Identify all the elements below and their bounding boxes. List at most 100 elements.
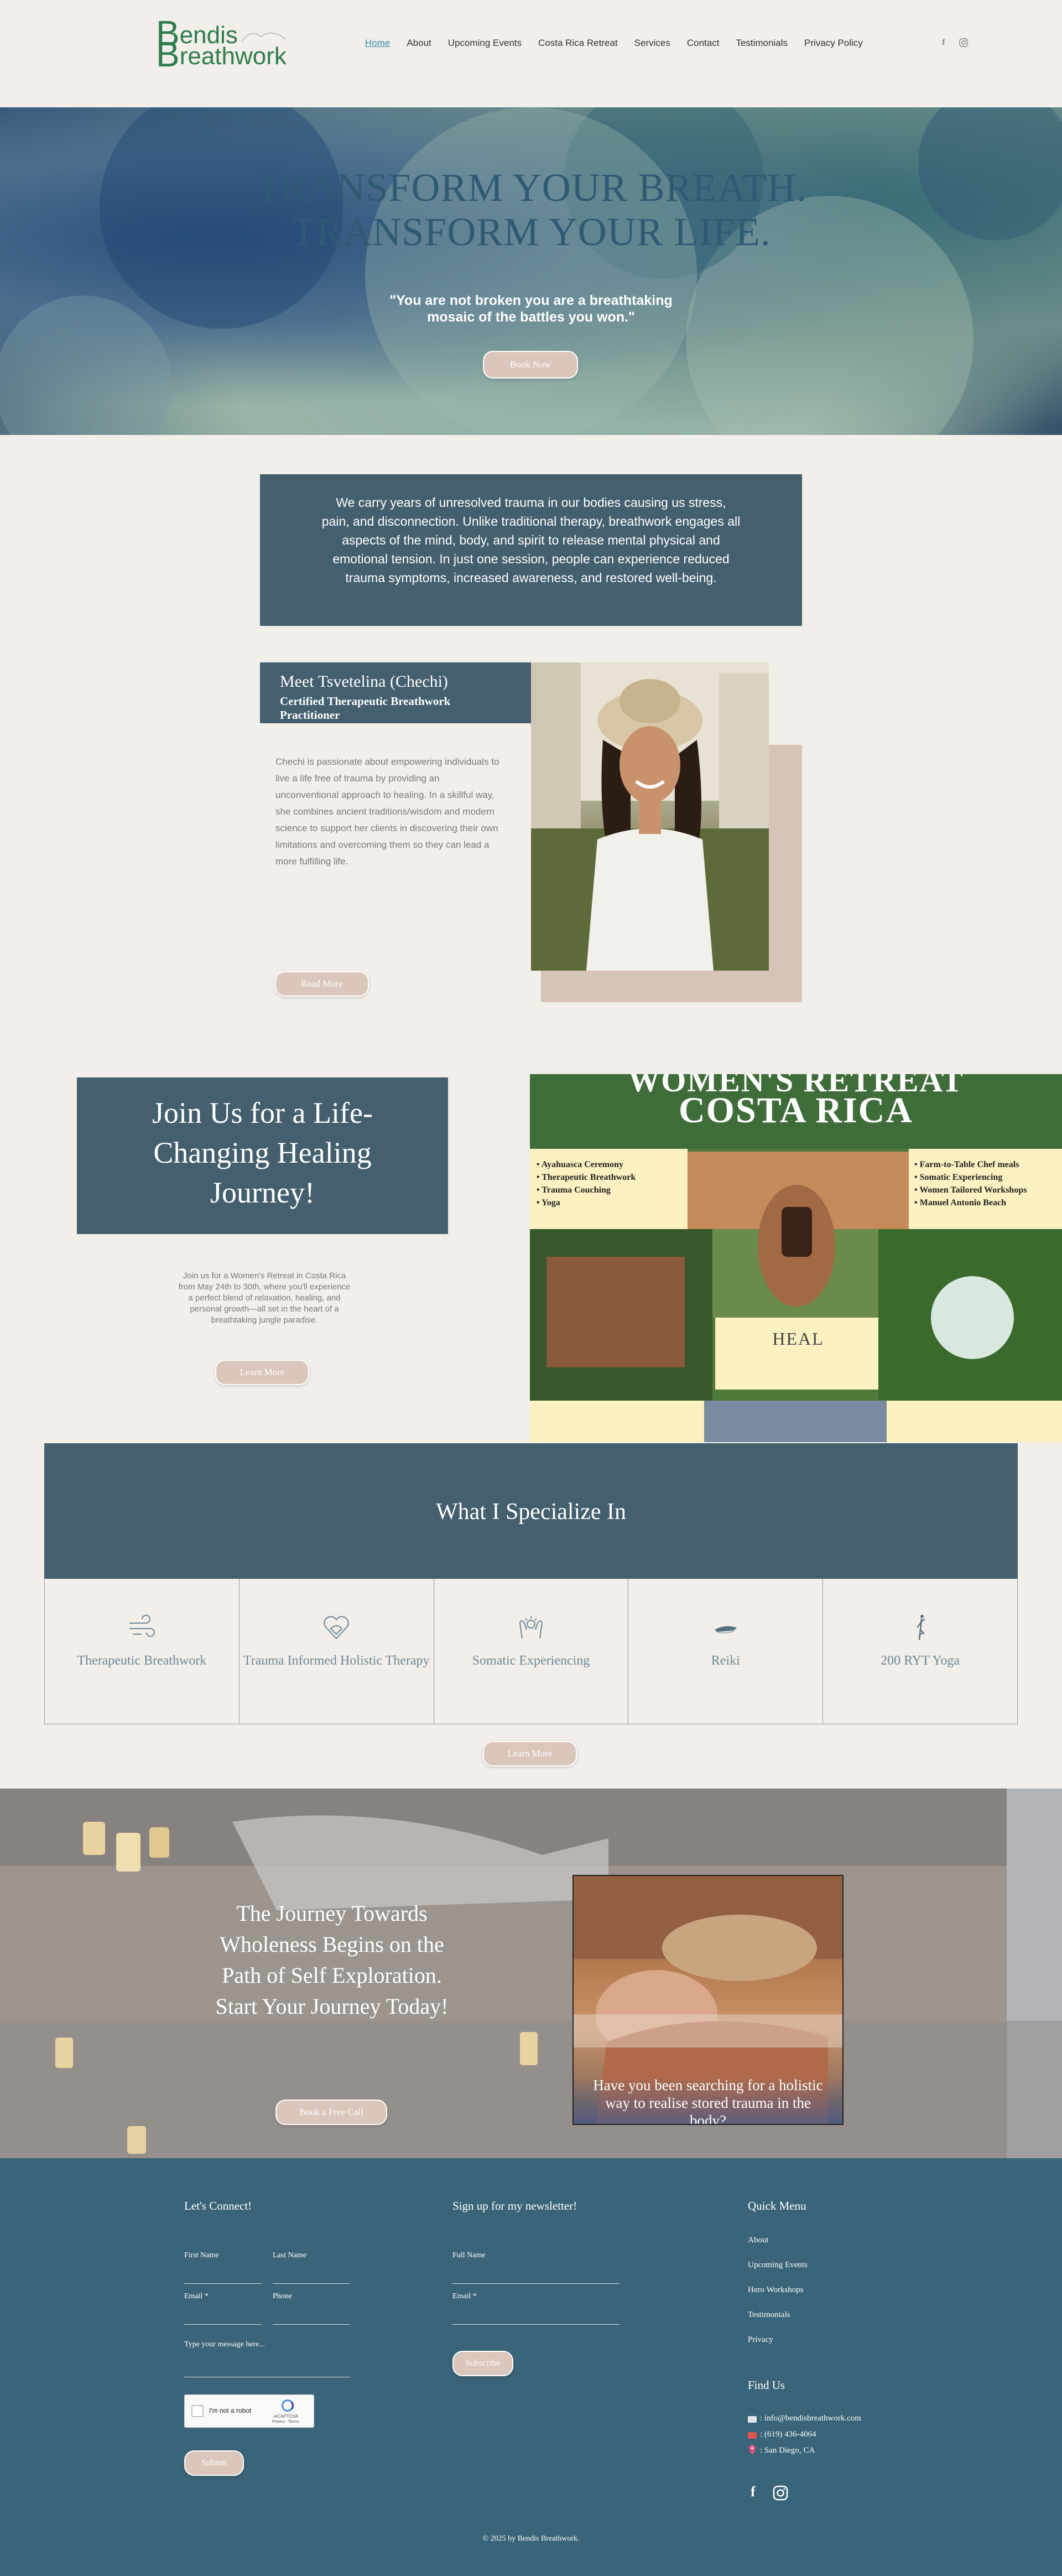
instagram-icon[interactable] <box>959 38 969 48</box>
quick-link-hero-workshops[interactable]: Hero Workshops <box>748 2285 804 2295</box>
specialty-label: Reiki <box>711 1654 740 1668</box>
phone-field[interactable] <box>273 2324 350 2325</box>
poster-right-item: • Women Tailored Workshops <box>914 1185 1027 1195</box>
newsletter-title: Sign up for my newsletter! <box>452 2199 577 2212</box>
submit-button[interactable]: Submit <box>184 2450 244 2476</box>
find-us-title: Find Us <box>748 2378 785 2392</box>
captcha-brand: reCAPTCHA <box>273 2414 299 2419</box>
intro-box: We carry years of unresolved trauma in o… <box>260 474 802 626</box>
nav-testimonials[interactable]: Testimonials <box>736 38 788 49</box>
site-footer: Let's Connect! First Name Last Name Emai… <box>0 2158 1062 2576</box>
message-label: Type your message here... <box>184 2340 265 2349</box>
last-name-label: Last Name <box>273 2251 307 2259</box>
email-field[interactable] <box>184 2324 262 2325</box>
specialty-card[interactable]: 200 RYT Yoga <box>823 1579 1017 1724</box>
intro-text: We carry years of unresolved trauma in o… <box>321 495 741 585</box>
yoga-pose-icon <box>916 1615 925 1640</box>
email-label: Email * <box>184 2292 209 2300</box>
join-us-heading: Join Us for a Life-Changing Healing Jour… <box>152 1096 373 1209</box>
specialize-title: What I Specialize In <box>436 1499 626 1525</box>
specialty-card[interactable]: Trauma Informed Holistic Therapy <box>240 1579 434 1724</box>
first-name-field[interactable] <box>184 2283 262 2284</box>
heart-hands-icon <box>324 1616 349 1640</box>
poster-title-2: COSTA RICA <box>678 1090 914 1131</box>
location-pin-icon <box>749 2445 756 2455</box>
journey-background-photo <box>0 1789 1062 2158</box>
specialize-grid: Therapeutic Breathwork Trauma Informed H… <box>44 1579 1018 1724</box>
portrait-illustration <box>531 662 769 971</box>
reiki-hand-icon <box>714 1626 737 1634</box>
nav-about[interactable]: About <box>407 38 431 49</box>
poster-left-item: • Yoga <box>537 1198 560 1207</box>
nav-upcoming-events[interactable]: Upcoming Events <box>448 38 522 49</box>
subscribe-button[interactable]: Subscribe <box>452 2351 513 2376</box>
last-name-field[interactable] <box>273 2283 350 2284</box>
specialty-label: Therapeutic Breathwork <box>77 1654 207 1668</box>
contact-location: : San Diego, CA <box>760 2446 815 2455</box>
quick-link-upcoming-events[interactable]: Upcoming Events <box>748 2261 808 2270</box>
poster-right-item: • Manuel Antonio Beach <box>914 1198 1007 1207</box>
nav-privacy-policy[interactable]: Privacy Policy <box>804 38 863 49</box>
captcha-terms[interactable]: Privacy - Terms <box>272 2420 299 2424</box>
footer-facebook-icon[interactable]: f <box>751 2484 756 2500</box>
specialize-learn-more-button[interactable]: Learn More <box>483 1741 577 1766</box>
contact-phone[interactable]: : (619) 436-4064 <box>760 2430 816 2439</box>
meet-title: Meet Tsvetelina (Chechi) <box>280 672 448 691</box>
poster-right-item: • Farm-to-Table Chef meals <box>914 1160 1019 1169</box>
poster-left-item: • Ayahuasca Ceremony <box>537 1160 624 1169</box>
nav-contact[interactable]: Contact <box>687 38 720 49</box>
site-logo[interactable]: Bendis Breathwork <box>156 15 300 74</box>
newsletter-email-label: Email * <box>452 2292 477 2300</box>
contact-email[interactable]: : info@bendisbreathwork.com <box>760 2414 861 2423</box>
newsletter-name-label: Full Name <box>452 2251 486 2259</box>
nav-home[interactable]: Home <box>365 38 390 49</box>
connect-title: Let's Connect! <box>184 2199 252 2212</box>
nav-costa-rica-retreat[interactable]: Costa Rica Retreat <box>538 38 618 49</box>
copyright: © 2025 by Bendis Breathwork. <box>482 2534 580 2543</box>
wind-icon <box>129 1615 155 1637</box>
first-name-label: First Name <box>184 2251 219 2259</box>
footer-instagram-icon[interactable] <box>772 2485 789 2501</box>
poster-right-list: • Farm-to-Table Chef meals • Somatic Exp… <box>914 1158 1059 1209</box>
hero-quote: "You are not broken you are a breathtaki… <box>389 293 673 325</box>
retreat-learn-more-button[interactable]: Learn More <box>215 1360 309 1385</box>
captcha-checkbox[interactable] <box>191 2405 204 2417</box>
logo-text-2: reathwork <box>179 43 287 70</box>
newsletter-email-field[interactable] <box>452 2324 620 2325</box>
logo-initial-2: B <box>156 34 180 74</box>
main-nav: Home About Upcoming Events Costa Rica Re… <box>365 38 879 49</box>
hero-title: TRANSFORM YOUR BREATH. TRANSFORM YOUR LI… <box>0 165 1062 254</box>
meet-subtitle: Certified Therapeutic Breathwork Practit… <box>280 694 451 722</box>
specialty-label: Somatic Experiencing <box>472 1654 590 1668</box>
recaptcha-box[interactable]: I'm not a robot reCAPTCHA Privacy - Term… <box>184 2394 314 2428</box>
read-more-button[interactable]: Read More <box>275 971 369 997</box>
nav-services[interactable]: Services <box>634 38 670 49</box>
quick-link-privacy[interactable]: Privacy <box>748 2335 773 2345</box>
phone-label: Phone <box>273 2292 292 2300</box>
header-social: f <box>939 38 969 48</box>
specialty-label: 200 RYT Yoga <box>881 1654 960 1668</box>
hero-section: TRANSFORM YOUR BREATH. TRANSFORM YOUR LI… <box>0 107 1062 435</box>
book-free-call-button[interactable]: Book a Free Call <box>275 2100 387 2125</box>
specialty-card[interactable]: Somatic Experiencing <box>434 1579 629 1724</box>
quick-link-about[interactable]: About <box>748 2236 769 2245</box>
poster-left-item: • Trauma Couching <box>537 1185 611 1195</box>
journey-section <box>0 1789 1062 2158</box>
quick-link-testimonials[interactable]: Testimonials <box>748 2310 790 2320</box>
specialty-label: Trauma Informed Holistic Therapy <box>243 1654 430 1668</box>
captcha-label: I'm not a robot <box>209 2407 252 2414</box>
poster-right-item: • Somatic Experiencing <box>914 1173 1003 1182</box>
journey-photo-caption: Have you been searching for a holistic w… <box>574 2076 842 2124</box>
join-us-box: Join Us for a Life-Changing Healing Jour… <box>77 1077 448 1234</box>
book-now-button[interactable]: Book Now <box>483 351 578 379</box>
specialty-card[interactable]: Therapeutic Breathwork <box>45 1579 240 1724</box>
meet-bio: Chechi is passionate about empowering in… <box>275 756 499 867</box>
newsletter-name-field[interactable] <box>452 2283 620 2284</box>
specialty-card[interactable]: Reiki <box>628 1579 824 1724</box>
poster-left-list: • Ayahuasca Ceremony • Therapeutic Breat… <box>537 1158 636 1209</box>
costa-rica-retreat-poster[interactable]: WOMEN'S RETREAT COSTA RICA • Ayahuasca C… <box>530 1074 1062 1442</box>
journey-heading: The Journey Towards Wholeness Begins on … <box>215 1901 449 2019</box>
facebook-icon[interactable]: f <box>939 38 949 48</box>
poster-left-item: • Therapeutic Breathwork <box>537 1173 636 1182</box>
hero-title-line-2: TRANSFORM YOUR LIFE. <box>291 210 771 254</box>
